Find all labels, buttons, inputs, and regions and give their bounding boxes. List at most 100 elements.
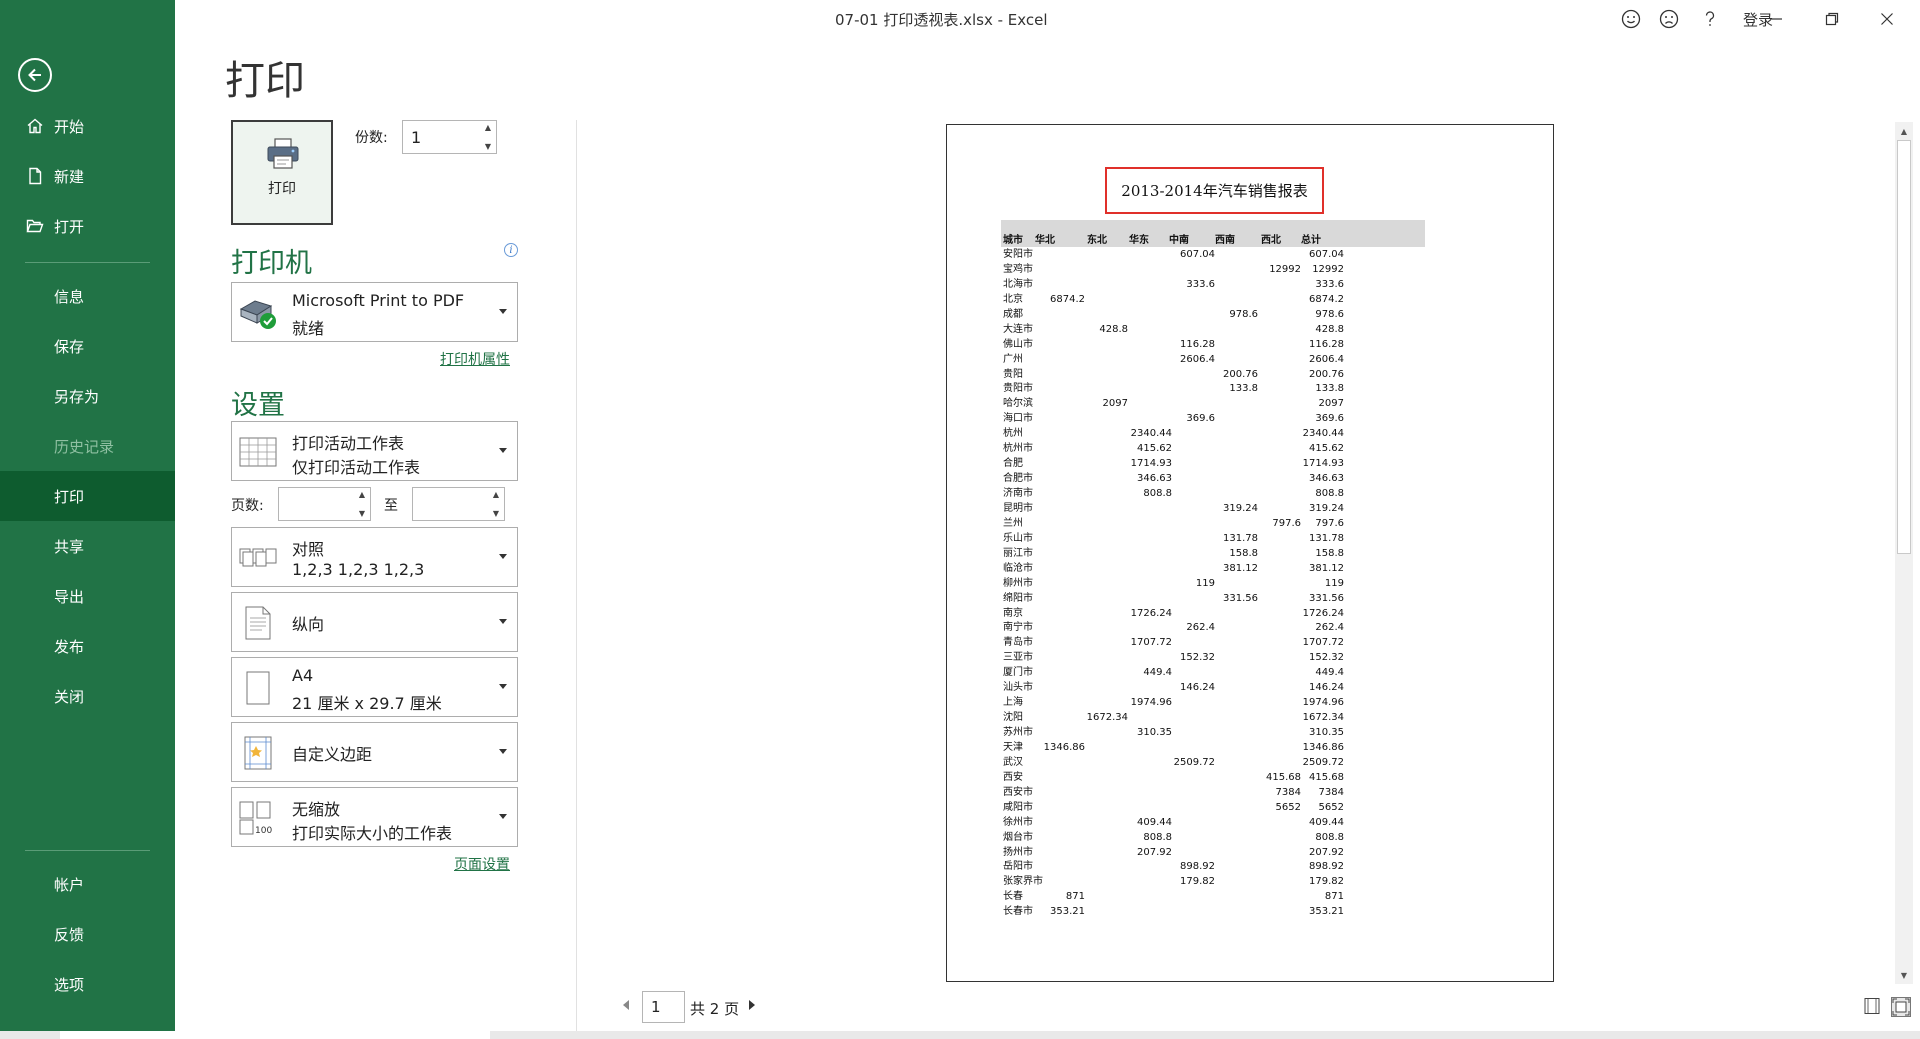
pivot-value-cell: 871 — [1065, 891, 1085, 903]
zoom-to-page-icon[interactable] — [1891, 997, 1911, 1017]
orientation-dropdown[interactable]: 纵向 — [231, 592, 518, 652]
previous-page-icon[interactable] — [623, 1000, 629, 1010]
collate-desc: 1,2,3 1,2,3 1,2,3 — [292, 560, 425, 579]
pivot-value-cell: 1346.86 — [1302, 741, 1344, 753]
printer-properties-link[interactable]: 打印机属性 — [440, 349, 510, 369]
pivot-value-cell: 428.8 — [1099, 323, 1128, 335]
print-scope-dropdown[interactable]: 打印活动工作表 仅打印活动工作表 — [231, 421, 518, 481]
pivot-value-cell: 331.56 — [1309, 592, 1344, 604]
nav-item-options[interactable]: 选项 — [0, 959, 175, 1009]
pivot-value-cell: 2606.4 — [1309, 353, 1344, 365]
nav-item-history: 历史记录 — [0, 421, 175, 471]
pages-from-input[interactable]: ▲ ▼ — [278, 487, 371, 521]
smile-icon[interactable] — [1620, 8, 1642, 30]
portrait-page-icon — [238, 603, 278, 643]
print-button[interactable]: 打印 — [231, 120, 333, 225]
nav-item-feedback[interactable]: 反馈 — [0, 909, 175, 959]
pivot-table-row: 昆明市 319.24 319.24 — [1001, 501, 1425, 516]
nav-item-close[interactable]: 关闭 — [0, 671, 175, 721]
pivot-value-cell: 2340.44 — [1302, 428, 1344, 440]
pivot-value-cell: 146.24 — [1309, 682, 1344, 694]
nav-item-info[interactable]: 信息 — [0, 271, 175, 321]
pivot-value-cell: 607.04 — [1309, 249, 1344, 260]
pivot-row-label: 扬州市 — [1003, 846, 1033, 858]
copies-stepper[interactable]: 1 ▲ ▼ — [402, 120, 497, 154]
collate-dropdown[interactable]: 对照 1,2,3 1,2,3 1,2,3 — [231, 527, 518, 587]
bottom-strip-segment — [60, 1031, 490, 1039]
minimize-icon[interactable] — [1765, 8, 1787, 30]
help-icon[interactable] — [1699, 8, 1721, 30]
pivot-header-cell: 西北 — [1261, 235, 1281, 246]
nav-item-export[interactable]: 导出 — [0, 571, 175, 621]
pivot-row-label: 安阳市 — [1003, 249, 1033, 260]
pivot-value-cell: 262.4 — [1186, 622, 1215, 634]
pivot-value-cell: 2097 — [1102, 398, 1128, 410]
pivot-table-row: 武汉 2509.72 2509.72 — [1001, 755, 1425, 770]
printer-ready-icon — [238, 293, 278, 333]
chevron-down-icon[interactable]: ▼ — [485, 142, 491, 151]
paper-size-desc: 21 厘米 x 29.7 厘米 — [292, 694, 442, 713]
next-page-icon[interactable] — [749, 1000, 755, 1010]
scroll-down-icon[interactable]: ▼ — [1897, 968, 1911, 982]
show-margins-icon[interactable] — [1863, 997, 1883, 1017]
pivot-table-row: 青岛市 1707.72 1707.72 — [1001, 635, 1425, 650]
pages-from-spin-arrows[interactable]: ▲ ▼ — [356, 490, 368, 518]
nav-label: 打印 — [54, 487, 85, 506]
pivot-table-row: 西安市 7384 7384 — [1001, 785, 1425, 800]
pivot-value-cell: 607.04 — [1180, 249, 1215, 260]
pivot-table-row: 南宁市 262.4 262.4 — [1001, 620, 1425, 635]
to-label: 至 — [384, 498, 398, 514]
nav-item-publish[interactable]: 发布 — [0, 621, 175, 671]
print-scope-desc: 仅打印活动工作表 — [292, 458, 421, 477]
paper-size-dropdown[interactable]: A4 21 厘米 x 29.7 厘米 — [231, 657, 518, 717]
pivot-table-row: 合肥市 346.63 346.63 — [1001, 471, 1425, 486]
chevron-up-icon[interactable]: ▲ — [485, 123, 491, 132]
nav-item-account[interactable]: 帐户 — [0, 859, 175, 909]
info-icon[interactable]: i — [504, 243, 518, 257]
close-icon[interactable] — [1876, 8, 1898, 30]
chevron-down-icon[interactable]: ▼ — [493, 509, 499, 518]
pivot-row-label: 大连市 — [1003, 323, 1033, 335]
pivot-row-label: 天津 — [1003, 741, 1023, 753]
pivot-row-label: 徐州市 — [1003, 816, 1033, 828]
print-scope-title: 打印活动工作表 — [292, 434, 405, 453]
pivot-row-label: 咸阳市 — [1003, 801, 1033, 813]
nav-item-print[interactable]: 打印 — [0, 471, 175, 521]
chevron-up-icon[interactable]: ▲ — [359, 490, 365, 499]
nav-item-share[interactable]: 共享 — [0, 521, 175, 571]
back-button[interactable] — [18, 58, 52, 92]
page-number-input[interactable]: 1 — [642, 991, 685, 1023]
pivot-table-row: 扬州市 207.92 207.92 — [1001, 845, 1425, 860]
pages-to-input[interactable]: ▲ ▼ — [412, 487, 505, 521]
printer-dropdown[interactable]: Microsoft Print to PDF 就绪 — [231, 282, 518, 342]
restore-icon[interactable] — [1821, 8, 1843, 30]
pages-to-spin-arrows[interactable]: ▲ ▼ — [490, 490, 502, 518]
frown-icon[interactable] — [1658, 8, 1680, 30]
pivot-value-cell: 808.8 — [1143, 488, 1172, 499]
nav-item-save-as[interactable]: 另存为 — [0, 371, 175, 421]
nav-item-open[interactable]: 打开 — [0, 201, 175, 251]
page-setup-link[interactable]: 页面设置 — [454, 854, 510, 874]
pivot-value-cell: 5652 — [1318, 801, 1344, 813]
pivot-row-label: 乐山市 — [1003, 532, 1033, 544]
copies-spin-arrows[interactable]: ▲ ▼ — [482, 123, 494, 151]
pivot-table: 城市 华北 东北 华东 中南 西南 西北 总计 安阳市 607.04 607.04 宝鸡市 12992… — [1001, 220, 1425, 919]
pivot-header-cell: 华北 — [1035, 235, 1055, 246]
pivot-table-row: 汕头市 146.24 146.24 — [1001, 680, 1425, 695]
chevron-up-icon[interactable]: ▲ — [493, 490, 499, 499]
chevron-down-icon[interactable]: ▼ — [359, 509, 365, 518]
nav-item-save[interactable]: 保存 — [0, 321, 175, 371]
printer-status: 就绪 — [292, 319, 325, 338]
scrollbar-thumb[interactable] — [1897, 140, 1911, 554]
pivot-table-row: 张家界市 179.82 179.82 — [1001, 874, 1425, 889]
pivot-row-label: 北海市 — [1003, 278, 1033, 290]
margins-dropdown[interactable]: 自定义边距 — [231, 722, 518, 782]
scroll-up-icon[interactable]: ▲ — [1897, 124, 1911, 138]
pivot-value-cell: 353.21 — [1050, 906, 1085, 918]
nav-item-home[interactable]: 开始 — [0, 101, 175, 151]
scaling-dropdown[interactable]: 100 无缩放 打印实际大小的工作表 — [231, 787, 518, 847]
pivot-value-cell: 200.76 — [1309, 368, 1344, 380]
nav-label: 另存为 — [54, 387, 100, 406]
nav-item-new[interactable]: 新建 — [0, 151, 175, 201]
pivot-row-label: 合肥 — [1003, 458, 1023, 470]
